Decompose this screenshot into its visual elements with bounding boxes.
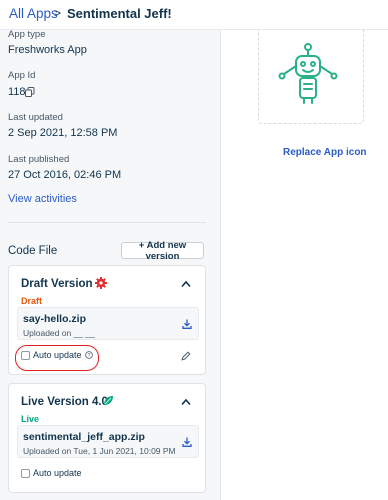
replace-app-icon-link[interactable]: Replace App icon [283, 147, 367, 158]
edit-icon[interactable] [181, 351, 191, 361]
app-id-label: App Id [8, 70, 36, 81]
view-activities-link[interactable]: View activities [8, 193, 77, 205]
live-file-name: sentimental_jeff_app.zip [23, 431, 145, 443]
help-icon[interactable]: ? [84, 351, 93, 359]
draft-file-box: say-hello.zip Uploaded on __ __ [17, 307, 199, 340]
live-version-card: Live Version 4.0 Live sentimental_jeff_a… [8, 383, 206, 493]
live-status: Live [21, 414, 40, 424]
last-published-value: 27 Oct 2016, 02:46 PM [8, 169, 122, 181]
live-file-box: sentimental_jeff_app.zip Uploaded on Tue… [17, 425, 199, 458]
draft-status: Draft [21, 296, 43, 306]
robot-icon [278, 43, 338, 104]
top-bar: All Apps > Sentimental Jeff! [0, 0, 388, 30]
chevron-up-icon[interactable] [181, 280, 191, 288]
live-uploaded-on: Uploaded on Tue, 1 Jun 2021, 10:09 PM [23, 446, 176, 456]
svg-text:?: ? [87, 353, 90, 359]
draft-uploaded-on: Uploaded on __ __ [23, 328, 95, 338]
auto-update-checkbox[interactable] [21, 468, 30, 478]
draft-file-name: say-hello.zip [23, 313, 87, 325]
breadcrumb-all-apps[interactable]: All Apps [9, 6, 58, 21]
app-id-value: 118 [8, 86, 26, 98]
download-icon[interactable] [182, 437, 192, 447]
last-published-label: Last published [8, 154, 70, 165]
last-updated-label: Last updated [8, 112, 63, 123]
copy-icon[interactable] [25, 87, 35, 97]
draft-version-card: Draft Version Draft say-hello.zip Upload… [8, 265, 206, 375]
draft-version-title: Draft Version [21, 278, 93, 290]
live-version-title: Live Version 4.0 [21, 396, 108, 408]
leaf-icon [104, 396, 113, 405]
live-auto-update: Auto update [21, 468, 82, 478]
download-icon[interactable] [182, 319, 192, 329]
last-updated-value: 2 Sep 2021, 12:58 PM [8, 127, 118, 139]
add-new-version-button[interactable]: + Add new version [121, 240, 204, 262]
draft-auto-update: Auto update ? [21, 350, 93, 360]
breadcrumb-separator: > [54, 6, 62, 20]
breadcrumb-current: Sentimental Jeff! [67, 6, 172, 21]
app-type-value: Freshworks App [8, 44, 87, 56]
auto-update-label: Auto update [33, 468, 82, 478]
panel-divider [220, 30, 221, 500]
gear-icon [95, 277, 107, 289]
chevron-up-icon[interactable] [181, 398, 191, 406]
auto-update-checkbox[interactable] [21, 350, 30, 360]
code-file-title: Code File [8, 245, 58, 257]
auto-update-label: Auto update [33, 350, 82, 360]
app-type-label: App type [8, 29, 46, 40]
section-divider [8, 222, 206, 223]
